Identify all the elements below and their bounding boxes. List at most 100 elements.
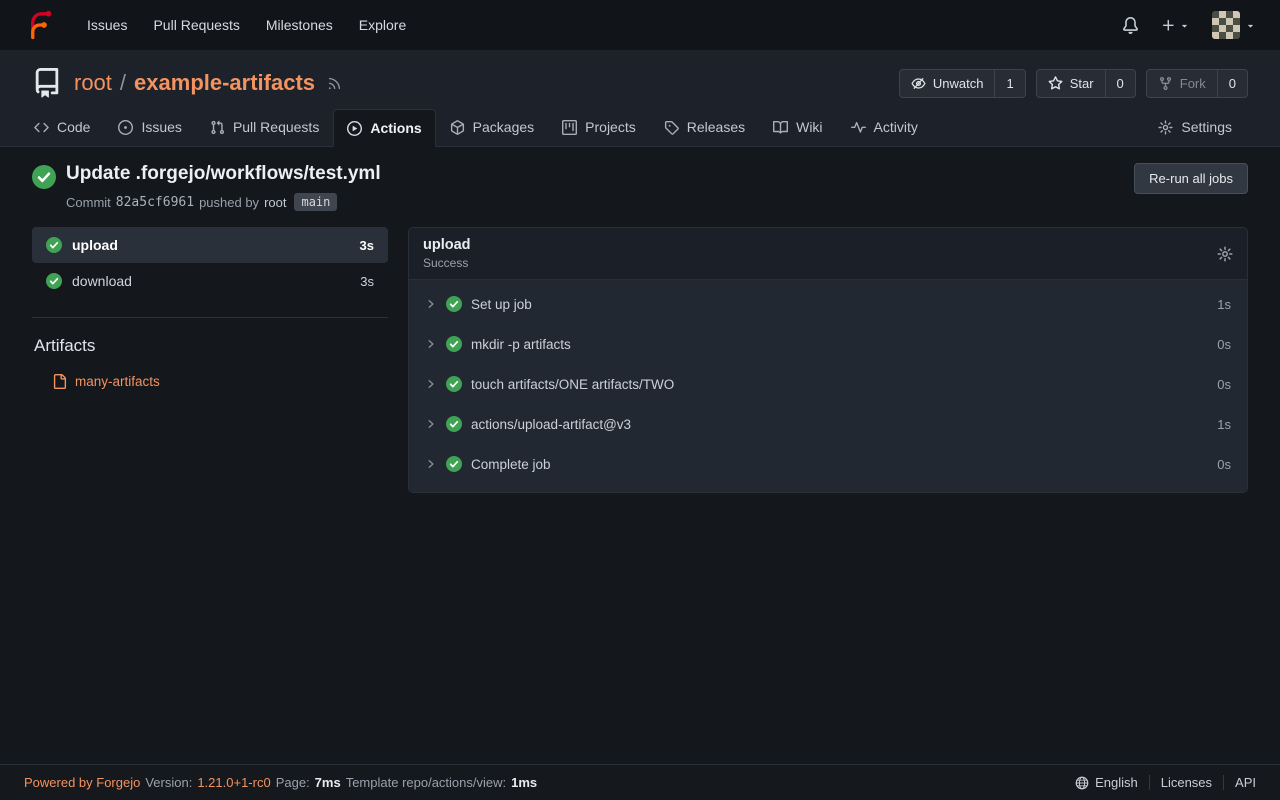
repo-title: root / example-artifacts (74, 70, 315, 96)
template-time-value: 1ms (511, 775, 537, 790)
run-success-check-icon (32, 165, 56, 189)
tab-activity[interactable]: Activity (837, 108, 932, 146)
step-row[interactable]: touch artifacts/ONE artifacts/TWO 0s (409, 364, 1247, 404)
tab-pull-requests[interactable]: Pull Requests (196, 108, 333, 146)
tab-packages-label: Packages (473, 119, 534, 135)
step-row[interactable]: mkdir -p artifacts 0s (409, 324, 1247, 364)
bell-icon (1122, 17, 1139, 34)
star-button[interactable]: Star (1037, 70, 1105, 97)
tab-projects[interactable]: Projects (548, 108, 650, 146)
branch-badge[interactable]: main (294, 193, 337, 211)
page-time-value: 7ms (315, 775, 341, 790)
chevron-right-icon (425, 418, 437, 430)
tab-code[interactable]: Code (20, 108, 104, 146)
star-label: Star (1070, 76, 1094, 91)
unwatch-button[interactable]: Unwatch (900, 70, 995, 97)
step-row[interactable]: Set up job 1s (409, 284, 1247, 324)
pushed-by-label: pushed by (199, 195, 259, 210)
tab-activity-label: Activity (874, 119, 918, 135)
file-icon (52, 374, 67, 389)
tag-icon (664, 120, 679, 135)
stars-count[interactable]: 0 (1105, 70, 1135, 97)
step-success-check-icon (446, 376, 462, 392)
repo-actions: Unwatch 1 Star 0 Fork 0 (899, 69, 1248, 98)
navbar-right (1122, 11, 1256, 39)
step-name: actions/upload-artifact@v3 (471, 417, 631, 432)
job-detail-panel: upload Success Set up job 1s mkdir -p (408, 227, 1248, 493)
step-row[interactable]: actions/upload-artifact@v3 1s (409, 404, 1247, 444)
repo-owner-link[interactable]: root (74, 70, 112, 96)
powered-by-link[interactable]: Powered by Forgejo (24, 775, 140, 790)
step-duration: 1s (1217, 297, 1231, 312)
project-board-icon (562, 120, 577, 135)
chevron-right-icon (425, 378, 437, 390)
tab-releases[interactable]: Releases (650, 108, 759, 146)
forgejo-logo[interactable] (24, 10, 54, 40)
tab-settings-label: Settings (1181, 119, 1232, 135)
nav-milestones[interactable]: Milestones (253, 9, 346, 41)
step-success-check-icon (446, 416, 462, 432)
forks-count[interactable]: 0 (1217, 70, 1247, 97)
step-duration: 0s (1217, 337, 1231, 352)
tab-settings[interactable]: Settings (1144, 108, 1246, 146)
gear-icon (1158, 120, 1173, 135)
chevron-right-icon (425, 458, 437, 470)
version-link[interactable]: 1.21.0+1-rc0 (197, 775, 270, 790)
main-nav: Issues Pull Requests Milestones Explore (74, 9, 419, 41)
notifications-button[interactable] (1122, 17, 1139, 34)
caret-down-icon (1245, 20, 1256, 31)
actions-run-view: Update .forgejo/workflows/test.yml Commi… (0, 147, 1280, 764)
repo-icon (32, 68, 62, 98)
nav-explore[interactable]: Explore (346, 9, 419, 41)
tab-wiki[interactable]: Wiki (759, 108, 836, 146)
fork-button-group: Fork 0 (1146, 69, 1248, 98)
user-menu-button[interactable] (1212, 11, 1256, 39)
fork-icon (1158, 76, 1173, 91)
tab-releases-label: Releases (687, 119, 745, 135)
repo-title-row: root / example-artifacts Unwatch 1 Star … (0, 68, 1280, 98)
globe-icon (1075, 776, 1089, 790)
job-name: upload (72, 237, 118, 253)
licenses-link[interactable]: Licenses (1149, 775, 1223, 790)
commit-sha-link[interactable]: 82a5cf6961 (116, 195, 194, 210)
tab-actions-label: Actions (370, 120, 421, 136)
chevron-right-icon (425, 338, 437, 350)
step-row[interactable]: Complete job 0s (409, 444, 1247, 484)
tab-issues[interactable]: Issues (104, 108, 195, 146)
star-button-group: Star 0 (1036, 69, 1136, 98)
job-item-upload[interactable]: upload 3s (32, 227, 388, 263)
rss-icon (327, 76, 342, 91)
job-detail-name: upload (423, 237, 471, 253)
watchers-count[interactable]: 1 (994, 70, 1024, 97)
tab-pull-requests-label: Pull Requests (233, 119, 319, 135)
rerun-all-jobs-button[interactable]: Re-run all jobs (1134, 163, 1248, 194)
job-item-download[interactable]: download 3s (32, 263, 388, 299)
step-success-check-icon (446, 296, 462, 312)
fork-button[interactable]: Fork (1147, 70, 1217, 97)
repo-name-link[interactable]: example-artifacts (134, 70, 315, 96)
nav-issues[interactable]: Issues (74, 9, 140, 41)
job-duration: 3s (360, 274, 374, 289)
sidebar-divider (32, 317, 388, 318)
run-title-block: Update .forgejo/workflows/test.yml Commi… (66, 163, 381, 211)
artifact-link-many-artifacts[interactable]: many-artifacts (52, 374, 388, 389)
page-time-label: Page: (276, 775, 310, 790)
repo-path-separator: / (120, 70, 126, 96)
language-selector[interactable]: English (1064, 775, 1149, 790)
rss-feed-button[interactable] (327, 76, 342, 91)
eye-off-icon (911, 76, 926, 91)
caret-down-icon (1179, 20, 1190, 31)
nav-pull-requests[interactable]: Pull Requests (140, 9, 252, 41)
job-options-button[interactable] (1217, 246, 1233, 262)
step-success-check-icon (446, 456, 462, 472)
api-link[interactable]: API (1223, 775, 1256, 790)
step-name: Set up job (471, 297, 532, 312)
create-new-button[interactable] (1161, 18, 1190, 33)
pusher-link[interactable]: root (264, 195, 286, 210)
tab-packages[interactable]: Packages (436, 108, 548, 146)
step-duration: 1s (1217, 417, 1231, 432)
book-icon (773, 120, 788, 135)
user-avatar (1212, 11, 1240, 39)
tab-actions[interactable]: Actions (333, 109, 435, 147)
code-icon (34, 120, 49, 135)
